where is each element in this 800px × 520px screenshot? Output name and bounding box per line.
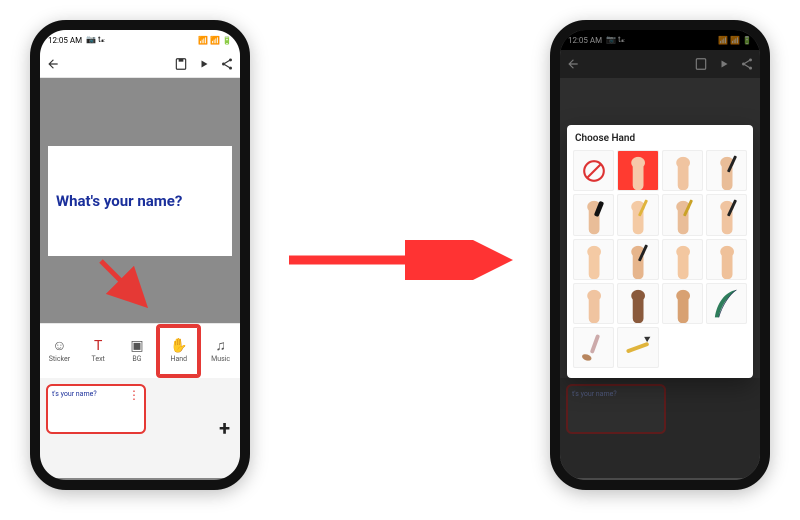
play-icon[interactable] <box>198 58 210 70</box>
timeline-clip[interactable]: t's your name? ⋮ <box>46 384 146 434</box>
toolbar-label: BG <box>132 355 141 363</box>
canvas-text: What's your name? <box>56 192 182 210</box>
toolbar-item-music[interactable]: ♫ Music <box>201 324 240 378</box>
hand-option-hand-stylus[interactable] <box>706 194 747 235</box>
phone-left: 12:05 AM 📷 t𝔁 📶 📶 🔋 <box>30 20 250 490</box>
hand-option-hand-pen-2[interactable] <box>617 239 658 280</box>
back-icon[interactable] <box>46 57 60 71</box>
text-icon: T <box>94 339 102 353</box>
hand-option-hand-red-bg[interactable] <box>617 150 658 191</box>
hand-option-hand-dark-1[interactable] <box>617 283 658 324</box>
toolbar-item-hand[interactable]: ✋ Hand <box>156 324 201 378</box>
bg-icon: ▣ <box>130 339 143 353</box>
hand-option-brush[interactable] <box>573 327 614 368</box>
status-indicators: 📷 t𝔁 <box>86 35 105 45</box>
hand-icon: ✋ <box>170 339 187 353</box>
dialog-title: Choose Hand <box>573 131 747 150</box>
clip-text: t's your name? <box>52 390 97 398</box>
hand-option-hand-light-4[interactable] <box>706 239 747 280</box>
hand-option-hand-fist-1[interactable] <box>573 283 614 324</box>
sticker-icon: ☺ <box>52 339 66 353</box>
canvas-area[interactable]: What's your name? <box>40 78 240 323</box>
hand-option-none[interactable] <box>573 150 614 191</box>
hand-option-hand-light-1[interactable] <box>662 150 703 191</box>
hand-option-hand-pen-dark[interactable] <box>706 150 747 191</box>
tutorial-stage: 12:05 AM 📷 t𝔁 📶 📶 🔋 <box>0 0 800 520</box>
status-right: 📶 📶 🔋 <box>198 36 232 45</box>
status-bar: 12:05 AM 📷 t𝔁 📶 📶 🔋 <box>40 30 240 50</box>
hand-grid <box>573 150 747 368</box>
hand-option-hand-light-2[interactable] <box>573 239 614 280</box>
annotation-arrow-icon <box>95 255 155 315</box>
toolbar-label: Sticker <box>49 355 70 363</box>
choose-hand-dialog: Choose Hand <box>567 125 753 378</box>
transition-arrow-icon <box>285 240 515 280</box>
toolbar-label: Text <box>92 355 105 363</box>
editor-toolbar: ☺ Sticker T Text ▣ BG ✋ Hand ♫ Music <box>40 323 240 378</box>
hand-option-hand-light-3[interactable] <box>662 239 703 280</box>
hand-option-feather[interactable] <box>706 283 747 324</box>
timeline: t's your name? ⋮ + <box>40 378 240 478</box>
toolbar-item-bg[interactable]: ▣ BG <box>118 324 157 378</box>
save-icon[interactable] <box>174 57 188 71</box>
toolbar-label: Music <box>211 355 230 363</box>
toolbar-item-sticker[interactable]: ☺ Sticker <box>40 324 79 378</box>
clip-menu-icon[interactable]: ⋮ <box>128 389 140 401</box>
toolbar-label: Hand <box>170 355 187 363</box>
hand-option-hand-pencil-1[interactable] <box>617 194 658 235</box>
app-topbar <box>40 50 240 78</box>
hand-option-hand-marker[interactable] <box>573 194 614 235</box>
phone-right: 12:05 AM 📷 t𝔁 📶 📶 🔋 t's your name? <box>550 20 770 490</box>
text-card[interactable]: What's your name? <box>48 146 232 256</box>
music-icon: ♫ <box>215 339 226 353</box>
toolbar-item-text[interactable]: T Text <box>79 324 118 378</box>
status-time: 12:05 AM <box>48 36 82 45</box>
hand-option-hand-pen-gold[interactable] <box>662 194 703 235</box>
add-clip-button[interactable]: + <box>219 416 230 440</box>
share-icon[interactable] <box>220 57 234 71</box>
hand-option-pencil[interactable] <box>617 327 658 368</box>
hand-option-hand-tan-1[interactable] <box>662 283 703 324</box>
